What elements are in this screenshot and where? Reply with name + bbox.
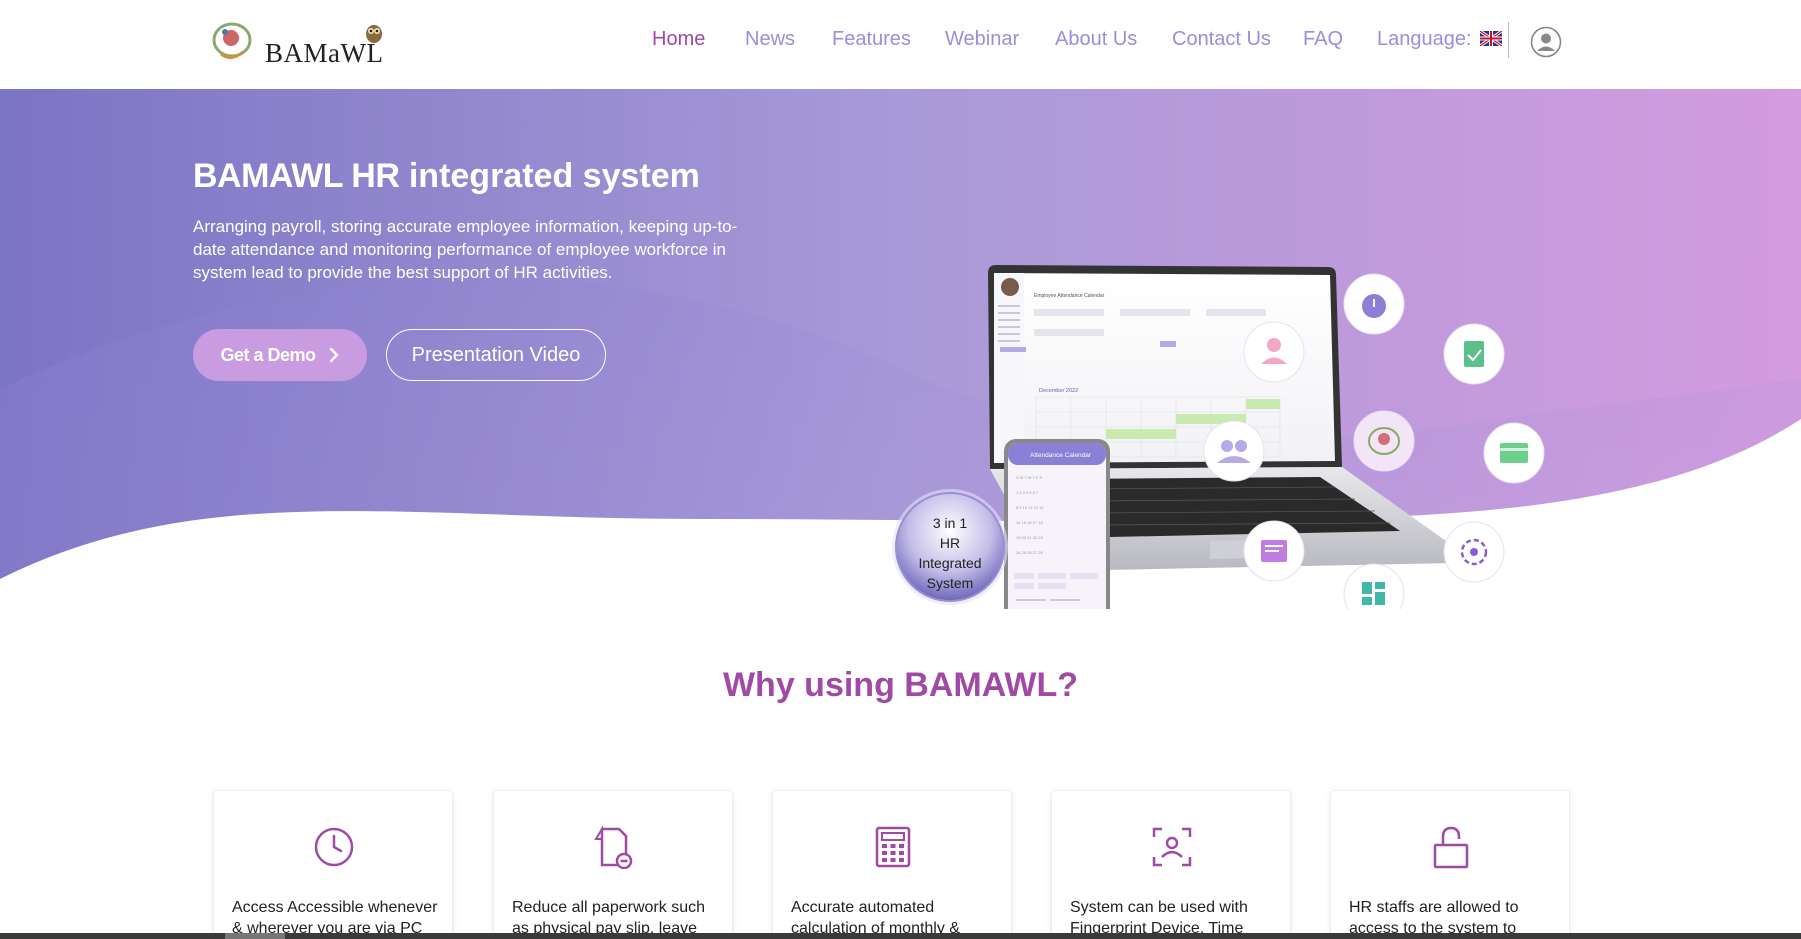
scrollbar-thumb[interactable] — [225, 933, 285, 939]
group-bubble-icon — [1203, 420, 1265, 482]
phone-header: Attendance Calendar — [1030, 452, 1092, 459]
dashboard-bubble-icon — [1343, 563, 1405, 609]
hero-illustration: Employee Attendance Calendar December 20… — [892, 265, 1545, 609]
uk-flag-icon — [1480, 31, 1502, 46]
feature-card: Accurate automated calculation of monthl… — [772, 790, 1012, 939]
feature-card: HR staffs are allowed to access to the s… — [1330, 790, 1570, 939]
site-header: BAMaWL Home News Features Webinar About … — [0, 0, 1801, 89]
hero-description: Arranging payroll, storing accurate empl… — [193, 217, 738, 282]
svg-text:S M T W T F S: S M T W T F S — [1016, 475, 1042, 480]
clipboard-bubble-icon — [1443, 323, 1505, 385]
nav-webinar[interactable]: Webinar — [945, 28, 1019, 51]
get-demo-button[interactable]: Get a Demo — [193, 329, 367, 381]
badge-line-3: Integrated — [918, 555, 981, 571]
svg-text:24 25 26 27 28: 24 25 26 27 28 — [1016, 550, 1043, 555]
calculator-icon — [875, 826, 911, 868]
document-remove-icon — [594, 825, 633, 869]
svg-text:19 20 21 22 23: 19 20 21 22 23 — [1016, 535, 1043, 540]
svg-text:1 2 3 4 5 6 7: 1 2 3 4 5 6 7 — [1016, 490, 1039, 495]
badge-line-4: System — [927, 575, 974, 591]
scan-bubble-icon — [1443, 521, 1505, 583]
clock-icon — [314, 827, 354, 867]
nav-about-us[interactable]: About Us — [1055, 28, 1137, 51]
svg-text:14 15 16 17 18: 14 15 16 17 18 — [1016, 520, 1043, 525]
why-section-title: Why using BAMAWL? — [722, 666, 1079, 704]
nav-news[interactable]: News — [745, 28, 795, 51]
feature-card: System can be used with Fingerprint Devi… — [1051, 790, 1291, 939]
unlock-icon — [1433, 826, 1469, 869]
badge-line-2: HR — [940, 535, 960, 551]
hero-section: BAMAWL HR integrated system Arranging pa… — [0, 89, 1801, 609]
logo-bubble-icon — [1353, 410, 1415, 472]
feature-card: Reduce all paperwork such as physical pa… — [493, 790, 733, 939]
laptop-title: Employee Attendance Calendar — [1034, 293, 1105, 299]
chevron-right-icon — [329, 347, 339, 363]
nav-features[interactable]: Features — [832, 28, 911, 51]
nav-language-label: Language: — [1377, 28, 1472, 50]
brand-logo[interactable]: BAMaWL — [207, 18, 393, 70]
form-bubble-icon — [1243, 520, 1305, 582]
presentation-video-button[interactable]: Presentation Video — [386, 329, 606, 381]
hero-title: BAMAWL HR integrated system — [193, 157, 700, 196]
user-bubble-icon — [1243, 321, 1305, 383]
nav-faq[interactable]: FAQ — [1303, 28, 1343, 51]
logo-emblem-icon — [212, 22, 252, 59]
badge-line-1: 3 in 1 — [933, 515, 967, 531]
feature-card: Access Accessible whenever & wherever yo… — [213, 790, 453, 939]
nav-contact-us[interactable]: Contact Us — [1172, 28, 1271, 51]
language-selector[interactable]: Language: — [1377, 28, 1502, 51]
hero-title-rest: integrated system — [399, 157, 700, 195]
stopwatch-bubble-icon — [1343, 273, 1405, 335]
user-circle-icon[interactable] — [1530, 26, 1562, 58]
card-bubble-icon — [1483, 422, 1545, 484]
owl-icon — [366, 25, 382, 43]
face-scan-icon — [1152, 827, 1192, 867]
laptop-month: December 2022 — [1039, 388, 1078, 394]
three-in-one-badge: 3 in 1 HR Integrated System — [892, 489, 1008, 605]
nav-divider — [1508, 22, 1509, 58]
horizontal-scrollbar[interactable] — [0, 933, 1801, 939]
phone: Attendance Calendar S M T W T F S 1 2 3 … — [1004, 439, 1110, 609]
nav-home[interactable]: Home — [652, 28, 705, 51]
get-demo-label: Get a Demo — [220, 344, 316, 365]
hero-title-bold: BAMAWL HR — [193, 157, 400, 195]
svg-text:8 9 10 11 12 13: 8 9 10 11 12 13 — [1016, 505, 1044, 510]
